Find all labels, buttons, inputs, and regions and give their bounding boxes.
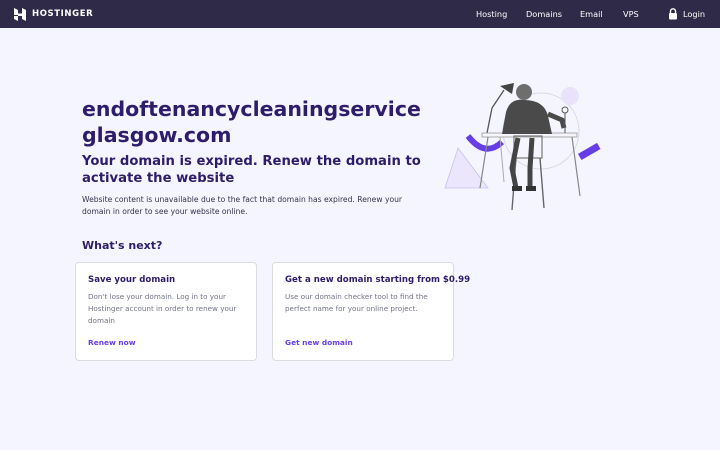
login-label: Login [683,9,706,19]
illustration [444,83,601,211]
card-text: Don't lose your domain. Log in to your H… [88,292,237,325]
nav-link-email[interactable]: Email [580,9,603,19]
renew-now-link[interactable]: Renew now [88,338,136,347]
lock-icon [669,8,677,20]
brand-name: HOSTINGER [32,9,94,19]
login-button[interactable]: Login [668,8,705,20]
nav-link-vps[interactable]: VPS [623,9,639,19]
nav-link-domains[interactable]: Domains [526,9,562,19]
hostinger-logo-icon [14,7,26,21]
nav-link-hosting[interactable]: Hosting [476,9,507,19]
card-text: Use our domain checker tool to find the … [285,292,428,313]
new-domain-card: Get a new domain starting from $0.99 Use… [272,262,471,361]
domain-title: endoftenancycleaningserviceglasgow.com [82,97,421,147]
top-navbar: HOSTINGER Hosting Domains Email VPS Logi… [0,0,720,28]
whats-next-heading: What's next? [82,239,163,252]
expired-description: Website content is unavailable due to th… [82,195,403,216]
brand-logo[interactable]: HOSTINGER [14,7,94,21]
expired-headline: Your domain is expired. Renew the domain… [82,154,421,186]
card-title: Get a new domain starting from $0.99 [285,275,471,285]
get-new-domain-link[interactable]: Get new domain [285,338,353,347]
card-title: Save your domain [88,275,176,285]
save-domain-card: Save your domain Don't lose your domain.… [75,262,257,361]
